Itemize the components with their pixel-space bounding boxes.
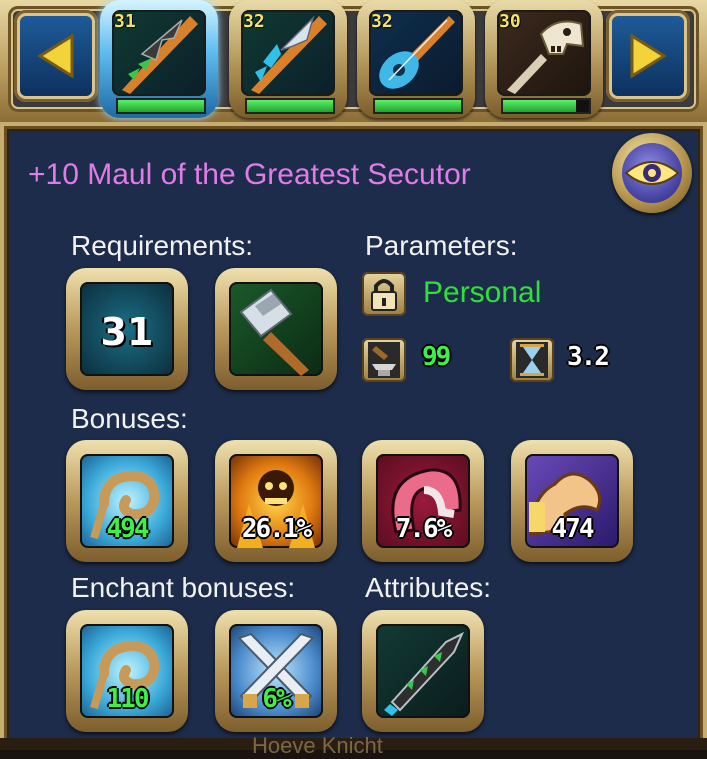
- attribute-tile[interactable]: [362, 610, 484, 732]
- enchant-bonus-tile-2[interactable]: 6%: [215, 610, 337, 732]
- required-level-tile: 31: [66, 268, 188, 390]
- speed-value: 3.2: [567, 342, 610, 372]
- slot-durability-bar: [501, 98, 591, 114]
- required-level-value: 31: [100, 310, 154, 354]
- carousel-next-button[interactable]: [606, 10, 690, 102]
- slot-durability-bar: [116, 98, 206, 114]
- carousel-slot-4[interactable]: 30: [485, 0, 603, 118]
- serrated-blade-icon: [384, 631, 465, 716]
- slot-level: 31: [114, 11, 136, 32]
- triangle-left-icon: [37, 34, 74, 78]
- eye-icon: [624, 161, 680, 185]
- enchant-bonus-value: 6%: [262, 684, 291, 714]
- attributes-label: Attributes:: [365, 572, 492, 603]
- enchant-bonus-value: 110: [106, 684, 150, 714]
- binding-status: Personal: [423, 276, 542, 309]
- hammer-icon: [239, 288, 309, 376]
- carousel-slot-1[interactable]: 31: [100, 0, 218, 118]
- bonus-value: 474: [551, 514, 595, 544]
- carousel-slot-3[interactable]: 32: [357, 0, 475, 118]
- required-weapon-type-tile: [215, 268, 337, 390]
- slot-level: 32: [371, 11, 393, 32]
- bonus-value: 7.6%: [395, 514, 453, 544]
- bonus-tile-1[interactable]: 494: [66, 440, 188, 562]
- requirements-label: Requirements:: [71, 230, 254, 261]
- anvil-durability-icon: [362, 338, 406, 382]
- carousel-prev-button[interactable]: [14, 10, 98, 102]
- bonus-value: 494: [106, 514, 150, 544]
- bonuses-label: Bonuses:: [71, 403, 188, 434]
- lock-icon: [362, 272, 406, 316]
- enchant-bonuses-label: Enchant bonuses:: [71, 572, 296, 603]
- slot-durability-bar: [373, 98, 463, 114]
- parameters-label: Parameters:: [365, 230, 518, 261]
- durability-value: 99: [422, 342, 451, 372]
- view-item-button[interactable]: [612, 133, 692, 213]
- bonus-tile-2[interactable]: 26.1%: [215, 440, 337, 562]
- enchant-bonus-tile-1[interactable]: 110: [66, 610, 188, 732]
- bonus-value: 26.1%: [241, 514, 312, 544]
- slot-durability-bar: [245, 98, 335, 114]
- carousel-slot-2[interactable]: 32: [229, 0, 347, 118]
- hourglass-icon: [510, 338, 554, 382]
- item-carousel: 31 32 32 30: [0, 0, 707, 125]
- background-partial-text: Hoeve Knicht: [252, 733, 383, 758]
- item-title: +10 Maul of the Greatest Secutor: [28, 158, 471, 191]
- bonus-tile-3[interactable]: 7.6%: [362, 440, 484, 562]
- slot-level: 30: [499, 11, 521, 32]
- triangle-right-icon: [630, 34, 667, 78]
- bonus-tile-4[interactable]: 474: [511, 440, 633, 562]
- slot-level: 32: [243, 11, 265, 32]
